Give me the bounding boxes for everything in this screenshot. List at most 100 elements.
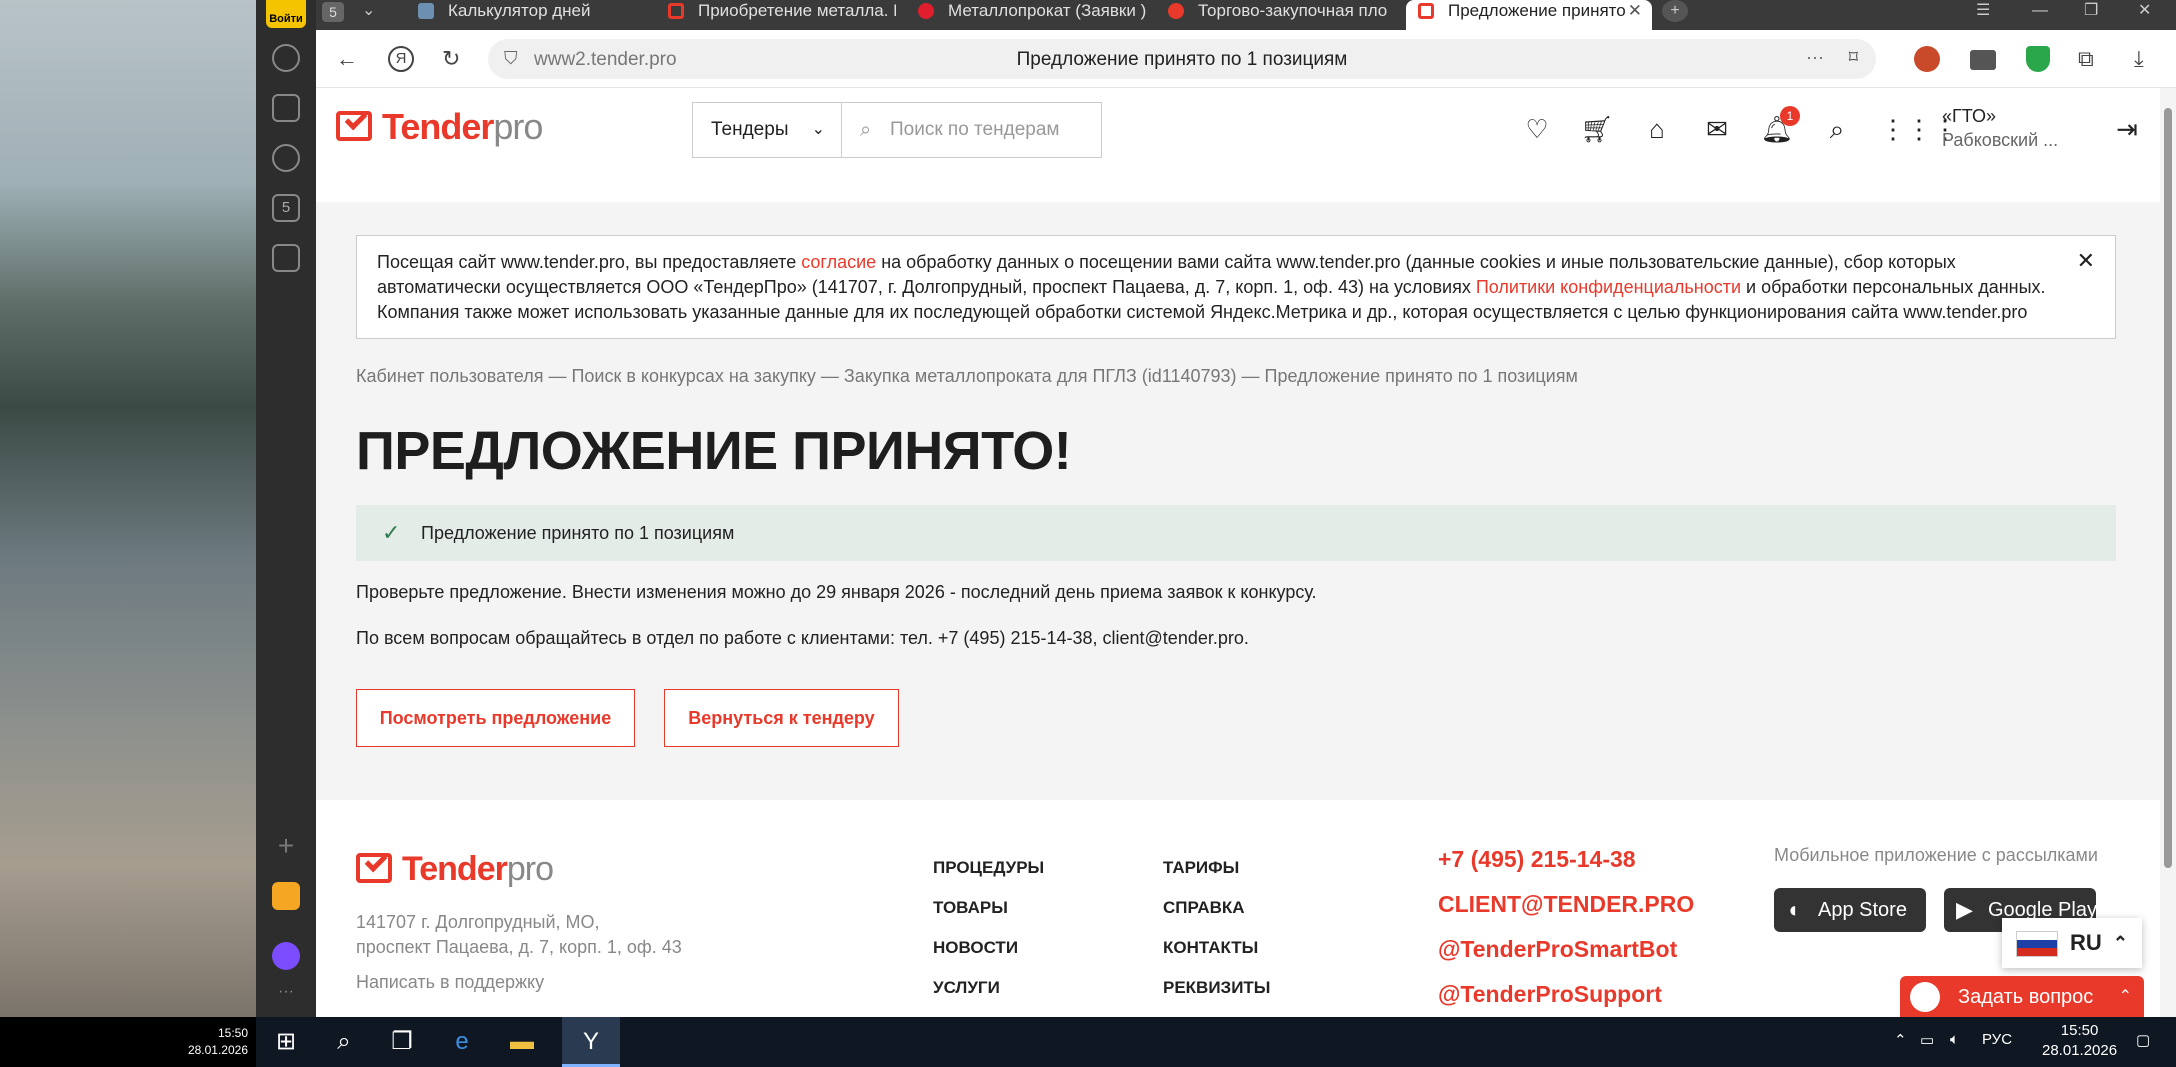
search-icon: ⌕ — [860, 119, 872, 141]
login-button[interactable]: Войти — [266, 0, 306, 28]
alice-icon[interactable] — [272, 942, 300, 970]
tenders-select[interactable]: Тендеры ⌄ — [692, 102, 842, 158]
tenderpro-logo[interactable]: Tenderpro — [336, 104, 543, 150]
extensions-icon[interactable]: ⧉ — [2078, 46, 2094, 72]
footer-link-tariffs[interactable]: ТАРИФЫ — [1163, 858, 1239, 878]
notifications-icon[interactable]: ▢ — [2136, 1031, 2150, 1049]
collections-icon[interactable] — [272, 94, 300, 122]
tab-offer-accepted[interactable]: Предложение принято ✕ — [1406, 0, 1652, 30]
close-tab-icon[interactable]: ✕ — [1628, 0, 1642, 22]
desktop-clock-date: 28.01.2026 — [187, 1043, 248, 1057]
footer-link-help[interactable]: СПРАВКА — [1163, 898, 1245, 918]
taskbar-clock[interactable]: 15:50 28.01.2026 — [2042, 1021, 2117, 1061]
ask-question-label: Задать вопрос — [1958, 986, 2094, 1008]
tray-language[interactable]: РУС — [1982, 1031, 2012, 1048]
tab-label: Металлопрокат (Заявки ) — [948, 1, 1146, 20]
footer-logo[interactable]: Tenderpro — [356, 846, 554, 892]
close-window-icon[interactable]: ✕ — [2138, 0, 2151, 22]
logo-mark-icon — [336, 105, 376, 149]
history-icon[interactable] — [272, 44, 300, 72]
taskbar-search-icon[interactable]: ⌕ — [328, 1026, 360, 1058]
ask-question-button[interactable]: Задать вопрос ⌃ — [1900, 976, 2144, 1017]
footer-link-goods[interactable]: ТОВАРЫ — [933, 898, 1008, 918]
tab-count-button[interactable]: 5 — [322, 2, 344, 22]
windows-start-icon[interactable]: ⊞ — [270, 1026, 302, 1058]
success-message: Предложение принято по 1 позициям — [421, 523, 735, 543]
browser-sidepanel: Войти 5 + ··· — [256, 0, 316, 1017]
back-to-tender-button[interactable]: Вернуться к тендеру — [664, 689, 899, 747]
support-link[interactable]: Написать в поддержку — [356, 972, 544, 993]
company-user: Рабковский ... — [1942, 130, 2059, 150]
protect-shield-icon[interactable] — [2026, 46, 2050, 72]
tender-search-input[interactable]: ⌕ Поиск по тендерам — [842, 102, 1102, 158]
network-icon[interactable]: ▭ — [1920, 1031, 1934, 1049]
privacy-policy-link[interactable]: Политики конфиденциальности — [1476, 277, 1741, 297]
more-icon[interactable]: ··· — [272, 984, 300, 1012]
menu-icon[interactable]: ☰ — [1976, 0, 1990, 22]
extension-avatar-icon[interactable] — [1914, 46, 1940, 72]
logout-icon[interactable]: ⇥ — [2110, 112, 2144, 146]
back-icon[interactable]: ← — [336, 46, 358, 72]
footer-link-services[interactable]: УСЛУГИ — [933, 978, 1000, 998]
taskbar-time: 15:50 — [2060, 1022, 2099, 1039]
footer-link-requisites[interactable]: РЕКВИЗИТЫ — [1163, 978, 1270, 998]
omnibox[interactable]: ⛉ www2.tender.pro Предложение принято по… — [488, 39, 1876, 79]
tab-label: Приобретение металла. Б — [698, 1, 896, 20]
reload-icon[interactable]: ↻ — [442, 46, 460, 72]
add-panel-icon[interactable]: + — [272, 832, 300, 862]
breadcrumb[interactable]: Кабинет пользователя — Поиск в конкурсах… — [356, 366, 1578, 387]
more-dots-icon[interactable]: ··· — [1806, 47, 1824, 68]
page-scrollbar[interactable] — [2160, 88, 2176, 1017]
tab-count-icon[interactable]: 5 — [272, 194, 300, 222]
scroll-thumb[interactable] — [2164, 108, 2172, 868]
download-icon[interactable]: ⤓ — [2134, 46, 2144, 72]
footer-email[interactable]: CLIENT@TENDER.PRO — [1438, 891, 1694, 918]
page-title-omnibox: Предложение принято по 1 позициям — [1016, 49, 1348, 70]
view-offer-button[interactable]: Посмотреть предложение — [356, 689, 635, 747]
footer-phone[interactable]: +7 (495) 215-14-38 — [1438, 846, 1636, 873]
tray-chevron-icon[interactable]: ⌃ — [1894, 1031, 1907, 1049]
site-footer: Tenderpro 141707 г. Долгопрудный, МО, пр… — [316, 800, 2176, 1017]
tab-metalloprokat[interactable]: Металлопрокат (Заявки ) — [906, 0, 1146, 30]
volume-icon[interactable]: 🔈︎ — [1950, 1031, 1959, 1048]
cookie-notice: Посещая сайт www.tender.pro, вы предоста… — [356, 235, 2116, 339]
platform-favicon-icon — [1168, 3, 1184, 19]
favorites-heart-icon[interactable]: ♡ — [1520, 112, 1554, 146]
tab-trading-platform[interactable]: Торгово-закупочная пло — [1156, 0, 1396, 30]
bookmark-icon[interactable]: ⌑ — [1849, 47, 1858, 68]
internet-explorer-icon[interactable]: e — [446, 1026, 478, 1058]
home-icon[interactable]: ⌂ — [1640, 112, 1674, 146]
video-icon[interactable] — [272, 144, 300, 172]
tabs-dropdown-icon[interactable]: ⌄ — [362, 0, 375, 22]
mail-icon[interactable]: ✉ — [1700, 112, 1734, 146]
search-icon[interactable]: ⌕ — [1820, 112, 1854, 146]
apps-grid-icon[interactable]: ⋮⋮⋮ — [1880, 112, 1958, 146]
minimize-icon[interactable]: — — [2032, 0, 2048, 22]
web-page: Tenderpro Тендеры ⌄ ⌕ Поиск по тендерам … — [316, 88, 2176, 1017]
new-tab-icon[interactable]: + — [1662, 0, 1688, 22]
language-selector[interactable]: RU ⌃ — [2002, 918, 2142, 968]
footer-support-bot[interactable]: @TenderProSupport — [1438, 981, 1662, 1008]
extension-card-icon[interactable] — [1970, 50, 1996, 70]
tab-metal-purchase[interactable]: Приобретение металла. Б — [656, 0, 896, 30]
screenshot-icon[interactable] — [272, 244, 300, 272]
info-contact-text: По всем вопросам обращайтесь в отдел по … — [356, 628, 1249, 648]
footer-link-news[interactable]: НОВОСТИ — [933, 938, 1018, 958]
tab-calculator[interactable]: Калькулятор дней — [406, 0, 646, 30]
company-info[interactable]: «ГТО» Рабковский ... — [1942, 104, 2058, 152]
task-view-icon[interactable]: ❐ — [386, 1026, 418, 1058]
yandex-icon[interactable]: Я — [388, 46, 414, 72]
close-icon[interactable]: ✕ — [2077, 248, 2095, 273]
mail-app-icon[interactable] — [272, 882, 300, 910]
footer-smartbot[interactable]: @TenderProSmartBot — [1438, 936, 1677, 963]
file-explorer-icon[interactable]: ▬ — [506, 1026, 538, 1058]
tenders-select-value: Тендеры — [711, 119, 789, 140]
yandex-browser-taskbar-button[interactable]: Y — [562, 1017, 620, 1067]
restore-icon[interactable]: ❐ — [2084, 0, 2098, 22]
footer-link-contacts[interactable]: КОНТАКТЫ — [1163, 938, 1258, 958]
appstore-button[interactable]: ◖ App Store — [1774, 888, 1926, 932]
cart-icon[interactable]: 🛒︎ — [1580, 112, 1614, 146]
footer-link-procedures[interactable]: ПРОЦЕДУРЫ — [933, 858, 1044, 878]
consent-link[interactable]: согласие — [801, 252, 876, 272]
bell-icon[interactable]: 🔔︎ 1 — [1760, 106, 1800, 146]
